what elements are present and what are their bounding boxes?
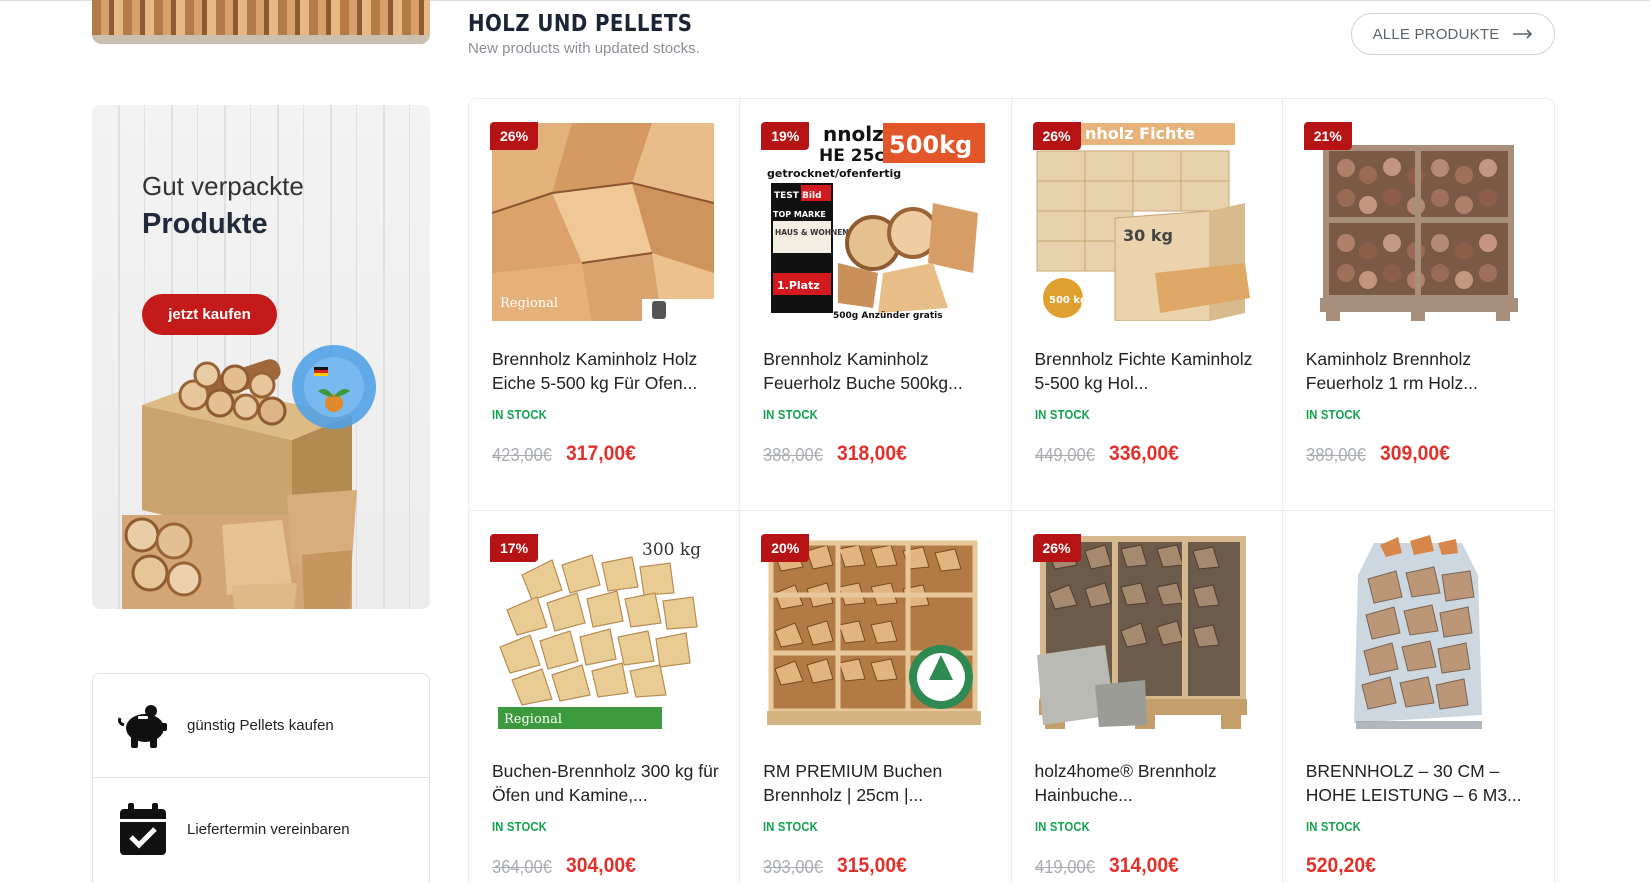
sale-price: 520,20€ xyxy=(1305,854,1376,877)
image-caption: Regional xyxy=(504,712,562,727)
stock-status: IN STOCK xyxy=(763,408,819,422)
product-title[interactable]: BRENNHOLZ – 30 CM – HOHE LEISTUNG – 6 M3… xyxy=(1306,759,1536,807)
firewood-box-illustration xyxy=(122,345,376,609)
product-image[interactable] xyxy=(1034,535,1257,733)
product-grid: 26% Regional Brennholz Kaminholz Holz Ei… xyxy=(468,98,1555,883)
product-image[interactable]: Regional xyxy=(492,123,714,321)
product-image[interactable] xyxy=(763,535,986,733)
feature-list: günstig Pellets kaufen Liefertermin vere… xyxy=(92,673,430,883)
old-price: 388,00€ xyxy=(763,445,824,465)
image-text: nholz Fichte xyxy=(1085,124,1195,143)
section-title: HOLZ UND PELLETS xyxy=(468,11,693,37)
calendar-check-icon xyxy=(117,803,169,855)
stock-status: IN STOCK xyxy=(1305,408,1361,422)
all-products-label: ALLE PRODUKTE xyxy=(1372,25,1500,43)
old-price: 393,00€ xyxy=(763,857,824,877)
feature-label: günstig Pellets kaufen xyxy=(187,717,334,734)
product-image[interactable]: 300 kg Regional xyxy=(492,535,714,733)
sale-price: 315,00€ xyxy=(837,854,908,877)
all-products-button[interactable]: ALLE PRODUKTE xyxy=(1351,13,1555,55)
feature-item-pellets[interactable]: günstig Pellets kaufen xyxy=(93,674,429,777)
buy-now-button[interactable]: jetzt kaufen xyxy=(142,294,277,335)
stock-status: IN STOCK xyxy=(492,820,547,834)
product-title[interactable]: Brennholz Fichte Kaminholz 5-500 kg Hol.… xyxy=(1035,347,1265,395)
image-caption: Regional xyxy=(500,296,558,311)
discount-badge: 19% xyxy=(761,122,810,150)
image-text: 500 kg xyxy=(1049,295,1087,306)
sale-price: 318,00€ xyxy=(837,442,908,465)
product-card[interactable]: 20% RM PREMIUM Buchen Brennholz | 25cm |… xyxy=(740,511,1012,883)
old-price: 423,00€ xyxy=(492,445,552,465)
sale-price: 336,00€ xyxy=(1108,442,1179,465)
product-image[interactable] xyxy=(1305,535,1528,733)
old-price: 389,00€ xyxy=(1305,445,1366,465)
product-image[interactable]: nnolz HE 25cm getrocknet/ofenfertig 500k… xyxy=(763,123,986,321)
image-text: TOP MARKE xyxy=(773,210,826,219)
feature-label: Liefertermin vereinbaren xyxy=(187,820,350,838)
image-text: 500g Anzünder gratis xyxy=(833,311,943,321)
image-text: nnolz xyxy=(823,123,884,146)
stock-status: IN STOCK xyxy=(1034,408,1090,422)
product-card[interactable]: 26% Regional Brennholz Kaminholz Holz Ei… xyxy=(469,99,741,511)
image-text: 300 kg xyxy=(642,540,701,560)
old-price: 449,00€ xyxy=(1034,445,1095,465)
promo-heading-light: Gut verpackte xyxy=(142,171,304,201)
arrow-right-icon xyxy=(1513,26,1533,43)
product-card[interactable]: 21% Kaminholz Brennholz Feuerholz 1 rm H… xyxy=(1282,99,1554,511)
section-subtitle: New products with updated stocks. xyxy=(468,40,700,57)
product-title[interactable]: Brennholz Kaminholz Holz Eiche 5-500 kg … xyxy=(492,347,722,395)
product-title[interactable]: holz4home® Brennholz Hainbuche... xyxy=(1035,759,1265,807)
sale-price: 317,00€ xyxy=(566,442,636,465)
product-image[interactable] xyxy=(1305,123,1528,321)
product-title[interactable]: RM PREMIUM Buchen Brennholz | 25cm |... xyxy=(763,759,993,807)
sale-price: 309,00€ xyxy=(1379,442,1450,465)
image-text: 500kg xyxy=(889,131,972,159)
stock-status: IN STOCK xyxy=(492,408,547,422)
old-price: 419,00€ xyxy=(1034,857,1095,877)
product-title[interactable]: Buchen-Brennholz 300 kg für Öfen und Kam… xyxy=(492,759,722,807)
product-card[interactable]: 17% 300 kg Regional Buchen-Brennholz 300… xyxy=(469,511,741,883)
category-banner-image[interactable] xyxy=(92,0,430,44)
discount-badge: 20% xyxy=(761,534,810,562)
feature-item-delivery-date[interactable]: Liefertermin vereinbaren xyxy=(93,777,429,880)
piggy-bank-icon xyxy=(117,700,169,752)
image-text: 30 kg xyxy=(1123,226,1173,245)
product-card[interactable]: 26% holz4home® Brennholz Hainbuche... IN… xyxy=(1012,511,1283,883)
discount-badge: 17% xyxy=(490,534,539,562)
discount-badge: 26% xyxy=(1032,122,1081,150)
product-card[interactable]: BRENNHOLZ – 30 CM – HOHE LEISTUNG – 6 M3… xyxy=(1283,511,1554,883)
sale-price: 314,00€ xyxy=(1108,854,1179,877)
old-price: 364,00€ xyxy=(492,857,552,877)
discount-badge: 26% xyxy=(1032,534,1081,562)
discount-badge: 21% xyxy=(1303,122,1352,150)
image-text: 1.Platz xyxy=(777,279,820,292)
product-card[interactable]: 19% nnolz HE 25cm getrocknet/ofenfertig … xyxy=(740,99,1012,511)
image-text: HAUS & WOHNEN xyxy=(775,228,849,237)
product-image[interactable]: nholz Fichte 30 kg 500 kg xyxy=(1034,123,1257,321)
promo-banner[interactable]: Gut verpackte Produkte jetzt kaufen xyxy=(92,105,430,609)
product-card[interactable]: 26% nholz Fichte 30 kg 500 kg Brennholz … xyxy=(1011,99,1283,511)
stock-status: IN STOCK xyxy=(763,820,819,834)
discount-badge: 26% xyxy=(490,122,539,150)
image-text: TEST Bild xyxy=(774,191,822,201)
product-title[interactable]: Kaminholz Brennholz Feuerholz 1 rm Holz.… xyxy=(1306,347,1536,395)
sale-price: 304,00€ xyxy=(566,854,636,877)
stock-status: IN STOCK xyxy=(1034,820,1090,834)
promo-heading-bold: Produkte xyxy=(142,208,268,240)
product-title[interactable]: Brennholz Kaminholz Feuerholz Buche 500k… xyxy=(763,347,993,395)
image-text: getrocknet/ofenfertig xyxy=(767,167,901,180)
stock-status: IN STOCK xyxy=(1305,820,1361,834)
